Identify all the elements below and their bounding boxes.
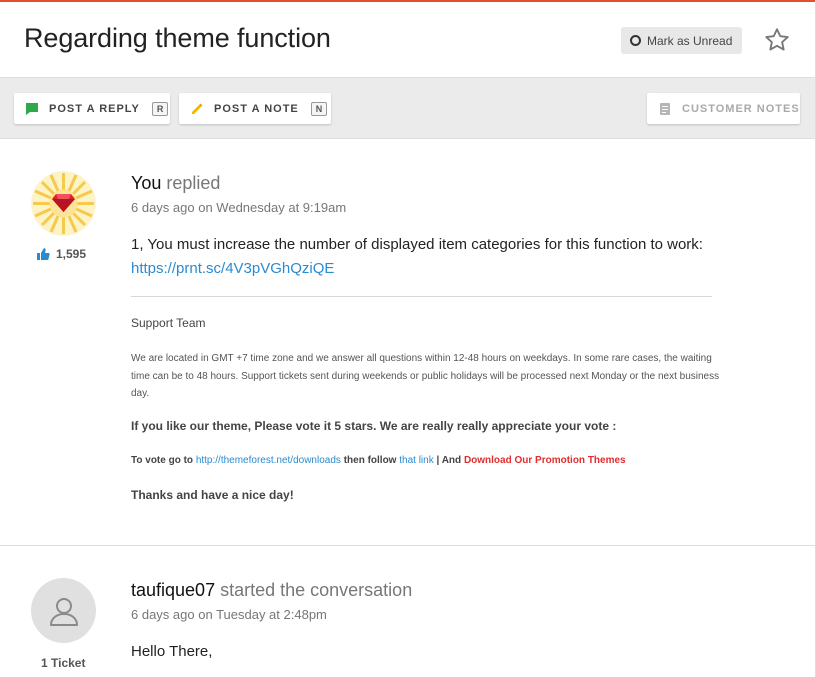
original-message: 1 Ticket taufique07 started the conversa… — [0, 546, 815, 677]
pencil-icon — [192, 103, 203, 114]
thumbs-up-icon — [37, 248, 50, 260]
author-action: started the conversation — [220, 580, 413, 600]
ticket-header: Regarding theme function Mark as Unread — [0, 2, 815, 78]
signature-divider — [131, 296, 712, 297]
reply-shortcut-key: R — [151, 101, 169, 116]
promotion-themes-link[interactable]: Download Our Promotion Themes — [464, 455, 626, 466]
post-a-reply-label: POST A REPLY — [49, 102, 140, 115]
action-toolbar: POST A REPLY R POST A NOTE N CUSTOMER NO… — [0, 78, 815, 139]
that-link[interactable]: that link — [399, 455, 433, 466]
avatar[interactable] — [31, 171, 96, 236]
note-shortcut-key: N — [310, 101, 328, 116]
message-text: Hello There, — [131, 643, 213, 660]
vote-separator: | And — [436, 455, 462, 466]
author-name[interactable]: taufique07 — [131, 580, 215, 600]
message-body: 1, You must increase the number of displ… — [131, 233, 731, 281]
time-detail: on Tuesday at 2:48pm — [198, 607, 327, 622]
signature-team: Support Team — [131, 316, 206, 330]
customer-notes-button[interactable]: CUSTOMER NOTES — [647, 93, 800, 124]
vote-prefix: To vote go to — [131, 455, 194, 466]
message-author-line: You replied — [131, 173, 220, 194]
time-ago[interactable]: 6 days ago — [131, 607, 195, 622]
signature-vote-links: To vote go to http://themeforest.net/dow… — [131, 455, 721, 466]
post-a-reply-button[interactable]: POST A REPLY R — [14, 93, 170, 124]
signature-vote-request: If you like our theme, Please vote it 5 … — [131, 419, 617, 433]
message-timestamp: 6 days ago on Tuesday at 2:48pm — [131, 607, 327, 622]
time-detail: on Wednesday at 9:19am — [198, 200, 347, 215]
signature-location-note: We are located in GMT +7 time zone and w… — [131, 353, 720, 399]
vote-mid: then follow — [343, 455, 397, 466]
post-a-note-button[interactable]: POST A NOTE N — [179, 93, 331, 124]
speech-bubble-icon — [26, 102, 38, 115]
themeforest-downloads-link[interactable]: http://themeforest.net/downloads — [196, 455, 341, 466]
likes-value: 1,595 — [56, 247, 87, 261]
post-a-note-label: POST A NOTE — [214, 102, 299, 115]
author-action: replied — [166, 173, 221, 193]
notepad-icon — [660, 102, 670, 115]
time-ago[interactable]: 6 days ago — [131, 200, 195, 215]
likes-count: 1,595 — [36, 247, 86, 261]
screenshot-link[interactable]: https://prnt.sc/4V3pVGhQziQE — [131, 260, 334, 277]
message-text: 1, You must increase the number of displ… — [131, 236, 703, 253]
mark-as-unread-button[interactable]: Mark as Unread — [621, 27, 742, 54]
user-silhouette-icon — [49, 597, 78, 626]
star-icon[interactable] — [763, 26, 791, 54]
reply-message: 1,595 You replied 6 days ago on Wednesda… — [0, 139, 815, 546]
signature-thanks: Thanks and have a nice day! — [131, 488, 294, 502]
mark-as-unread-label: Mark as Unread — [647, 33, 733, 48]
unread-ring-icon — [630, 35, 641, 46]
customer-notes-label: CUSTOMER NOTES — [682, 102, 800, 115]
gem-avatar-icon — [31, 171, 96, 236]
message-author-line: taufique07 started the conversation — [131, 580, 412, 601]
message-timestamp: 6 days ago on Wednesday at 9:19am — [131, 200, 346, 215]
ticket-count: 1 Ticket — [41, 656, 86, 670]
avatar[interactable] — [31, 578, 96, 643]
author-name: You — [131, 173, 162, 193]
ticket-title: Regarding theme function — [24, 23, 331, 53]
